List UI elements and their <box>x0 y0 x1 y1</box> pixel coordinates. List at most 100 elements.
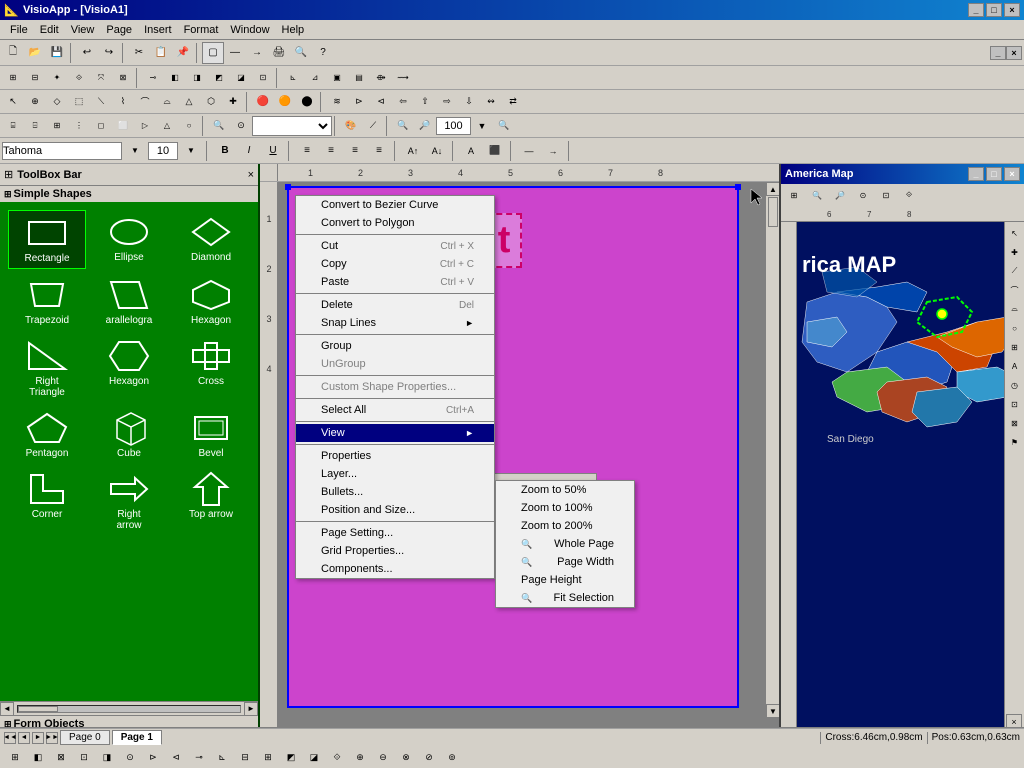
tb3-14[interactable]: ⬤ <box>296 91 318 113</box>
font-size-dropdown[interactable]: ▼ <box>180 140 202 162</box>
tb3-23[interactable]: ⇄ <box>502 91 524 113</box>
tb4-8[interactable]: △ <box>156 115 178 137</box>
map-rt-8[interactable]: A <box>1006 357 1024 375</box>
align-justify[interactable]: ≡ <box>368 140 390 162</box>
paste-button[interactable]: 📌 <box>172 42 194 64</box>
tb3-22[interactable]: ↭ <box>480 91 502 113</box>
shape-rectangle[interactable]: Rectangle <box>8 210 86 269</box>
font-color[interactable]: A <box>460 140 482 162</box>
scroll-right[interactable]: ► <box>244 702 258 716</box>
tb4-3[interactable]: ⊞ <box>46 115 68 137</box>
btb-18[interactable]: ⊗ <box>395 746 417 768</box>
map-tb-4[interactable]: ⊙ <box>852 184 874 206</box>
tb3-17[interactable]: ⊲ <box>370 91 392 113</box>
page-nav-prev[interactable]: ◄ <box>18 732 30 744</box>
cm-convert-bezier[interactable]: Convert to Bezier Curve <box>296 196 494 214</box>
tb3-7[interactable]: ⌒ <box>134 91 156 113</box>
cm-paste[interactable]: Paste Ctrl + V <box>296 273 494 291</box>
btb-17[interactable]: ⊖ <box>372 746 394 768</box>
sm-fit-selection[interactable]: 🔍 Fit Selection <box>496 589 634 607</box>
map-rt-9[interactable]: ◷ <box>1006 376 1024 394</box>
new-button[interactable]: 🗋 <box>2 42 24 64</box>
cm-page-setting[interactable]: Page Setting... <box>296 524 494 542</box>
tb2-7[interactable]: ⊸ <box>142 67 164 89</box>
tb3-9[interactable]: △ <box>178 91 200 113</box>
undo-button[interactable]: ↩ <box>76 42 98 64</box>
btb-12[interactable]: ⊞ <box>257 746 279 768</box>
tb4-search[interactable]: 🔍 <box>208 115 230 137</box>
menu-page[interactable]: Page <box>100 22 138 38</box>
vscrollbar[interactable]: ▲ ▼ <box>765 182 779 718</box>
btb-4[interactable]: ⊡ <box>73 746 95 768</box>
tb4-6[interactable]: ⬜ <box>112 115 134 137</box>
vscroll-thumb[interactable] <box>768 197 778 227</box>
cm-delete[interactable]: Delete Del <box>296 296 494 314</box>
tb4-line[interactable]: ⟋ <box>362 115 384 137</box>
align-right[interactable]: ≡ <box>344 140 366 162</box>
cut-button[interactable]: ✂ <box>128 42 150 64</box>
shape-trapezoid[interactable]: Trapezoid <box>8 273 86 330</box>
btb-8[interactable]: ⊲ <box>165 746 187 768</box>
minimize-button[interactable]: _ <box>968 3 984 17</box>
shape-cross[interactable]: Cross <box>172 334 250 402</box>
line-button[interactable]: — <box>224 42 246 64</box>
tb2-5[interactable]: ⤧ <box>90 67 112 89</box>
tb2-12[interactable]: ⊡ <box>252 67 274 89</box>
font-bg[interactable]: ⬛ <box>484 140 506 162</box>
font-name-input[interactable] <box>2 142 122 160</box>
tb3-13[interactable]: 🟠 <box>274 91 296 113</box>
sm-page-height[interactable]: Page Height <box>496 571 634 589</box>
tb4-pointer[interactable]: ⊙ <box>230 115 252 137</box>
tb2-4[interactable]: ⟐ <box>68 67 90 89</box>
menu-help[interactable]: Help <box>276 22 311 38</box>
tb2-17[interactable]: ⟴ <box>370 67 392 89</box>
tb3-4[interactable]: ⬚ <box>68 91 90 113</box>
tb4-4[interactable]: ⋮ <box>68 115 90 137</box>
redo-button[interactable]: ↪ <box>98 42 120 64</box>
cm-copy[interactable]: Copy Ctrl + C <box>296 255 494 273</box>
btb-14[interactable]: ◪ <box>303 746 325 768</box>
tb3-20[interactable]: ⇨ <box>436 91 458 113</box>
cm-view[interactable]: View ► <box>296 424 494 442</box>
zoom-apply[interactable]: ▼ <box>471 115 493 137</box>
sm-whole-page[interactable]: 🔍 Whole Page <box>496 535 634 553</box>
scroll-left[interactable]: ◄ <box>0 702 14 716</box>
page-nav-next[interactable]: ► <box>32 732 44 744</box>
sm-zoom-100[interactable]: Zoom to 100% <box>496 499 634 517</box>
tb2-6[interactable]: ⊠ <box>112 67 134 89</box>
tb2-9[interactable]: ◨ <box>186 67 208 89</box>
btb-7[interactable]: ⊳ <box>142 746 164 768</box>
tb2-11[interactable]: ◪ <box>230 67 252 89</box>
sm-page-width[interactable]: 🔍 Page Width <box>496 553 634 571</box>
tb4-fill[interactable]: 🎨 <box>340 115 362 137</box>
page-tab-1[interactable]: Page 1 <box>112 730 162 745</box>
map-rt-2[interactable]: ✚ <box>1006 243 1024 261</box>
map-close[interactable]: × <box>1004 167 1020 181</box>
tb3-2[interactable]: ⊕ <box>24 91 46 113</box>
btb-3[interactable]: ⊠ <box>50 746 72 768</box>
scrollbar-thumb[interactable] <box>18 706 58 712</box>
sm-zoom-50[interactable]: Zoom to 50% <box>496 481 634 499</box>
menu-view[interactable]: View <box>65 22 101 38</box>
tb2-14[interactable]: ⊿ <box>304 67 326 89</box>
page-tab-0[interactable]: Page 0 <box>60 730 110 745</box>
cm-components[interactable]: Components... <box>296 560 494 578</box>
shape-diamond[interactable]: Diamond <box>172 210 250 269</box>
map-tb-6[interactable]: ⟐ <box>898 184 920 206</box>
tb4-2[interactable]: ⌹ <box>24 115 46 137</box>
shape-parallelogram[interactable]: arallelogra <box>90 273 168 330</box>
btb-5[interactable]: ◨ <box>96 746 118 768</box>
map-rt-5[interactable]: ⌓ <box>1006 300 1024 318</box>
map-rt-7[interactable]: ⊞ <box>1006 338 1024 356</box>
tb2-13[interactable]: ⊾ <box>282 67 304 89</box>
open-button[interactable]: 📂 <box>24 42 46 64</box>
map-rt-1[interactable]: ↖ <box>1006 224 1024 242</box>
map-minimize[interactable]: _ <box>968 167 984 181</box>
cm-cut[interactable]: Cut Ctrl + X <box>296 237 494 255</box>
vscroll-up[interactable]: ▲ <box>766 182 779 196</box>
tb3-16[interactable]: ⊳ <box>348 91 370 113</box>
tb2-16[interactable]: ▤ <box>348 67 370 89</box>
layer-select[interactable]: (No Layer) <box>252 116 332 136</box>
shape-right-triangle[interactable]: RightTriangle <box>8 334 86 402</box>
handle-tl[interactable] <box>285 184 291 190</box>
